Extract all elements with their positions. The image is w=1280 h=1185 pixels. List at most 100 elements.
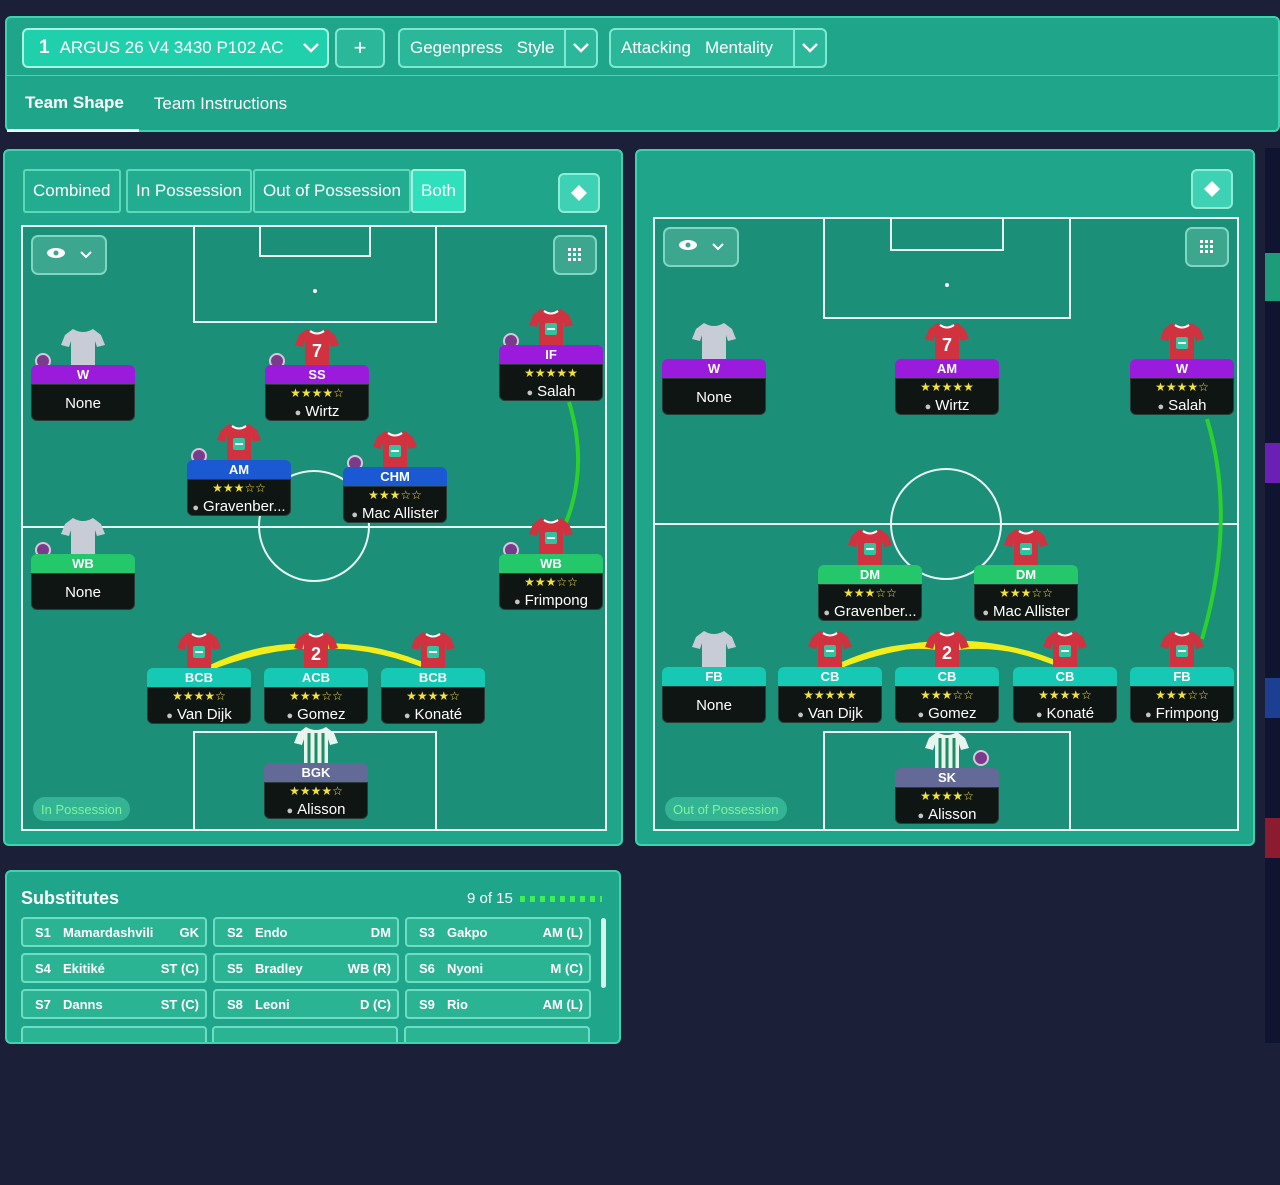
player-role: WB <box>31 554 135 573</box>
substitute-name: Gakpo <box>447 924 488 940</box>
tactic-number: 1 <box>39 37 50 58</box>
player-card[interactable]: CB ★★★★☆ ● Konaté <box>1013 667 1117 723</box>
substitute-item[interactable]: S4 Ekitiké ST (C) <box>21 953 207 983</box>
substitute-item[interactable]: S2 Endo DM <box>213 917 399 947</box>
player-card[interactable]: AM ★★★☆☆ ● Gravenber... <box>187 460 291 516</box>
player-card-body: ★★★★★ ● Van Dijk <box>778 686 882 723</box>
player-card[interactable]: DM ★★★☆☆ ● Mac Allister <box>974 565 1078 621</box>
player-card[interactable]: CB ★★★☆☆ ● Gomez <box>895 667 999 723</box>
player-role: W <box>662 359 766 378</box>
shirt-icon <box>1160 629 1204 667</box>
shirt-icon <box>925 730 969 768</box>
plus-icon: + <box>353 35 367 60</box>
substitute-position: WB (R) <box>347 960 391 976</box>
player-card[interactable]: AM ★★★★★ ● Wirtz <box>895 359 999 415</box>
tactic-selector-dropdown[interactable]: 1 ARGUS 26 V4 3430 P102 AC <box>22 28 329 68</box>
player-card[interactable]: WB ★★★☆☆ ● Frimpong <box>499 554 603 610</box>
list-item-partial[interactable] <box>404 1026 590 1042</box>
player-card[interactable]: FB ★★★☆☆ ● Frimpong <box>1130 667 1234 723</box>
substitute-position: GK <box>179 924 200 940</box>
list-item-partial[interactable] <box>21 1026 207 1042</box>
tactic-toolbar: 1 ARGUS 26 V4 3430 P102 AC + Gegenpress S… <box>7 18 1278 76</box>
toggle-combined[interactable]: Combined <box>23 169 121 213</box>
player-role: CB <box>895 667 999 686</box>
player-card[interactable]: IF ★★★★★ ● Salah <box>499 345 603 401</box>
player-card[interactable]: W ★★★★☆ ● Salah <box>1130 359 1234 415</box>
diamond-icon[interactable] <box>1191 169 1233 209</box>
player-card[interactable]: CB ★★★★★ ● Van Dijk <box>778 667 882 723</box>
toggle-out-of-possession[interactable]: Out of Possession <box>253 169 411 213</box>
player-name-text: Van Dijk <box>176 706 232 723</box>
player-role: CB <box>1013 667 1117 686</box>
player-name-text: Alisson <box>297 801 346 818</box>
substitute-name: Ekitiké <box>63 960 105 976</box>
player-card-body: ★★★☆☆ ● Gravenber... <box>818 584 922 621</box>
list-item-partial[interactable] <box>212 1026 398 1042</box>
style-dropdown[interactable]: Gegenpress Style <box>398 28 598 68</box>
player-role: BCB <box>147 668 251 687</box>
player-name-text: Alisson <box>928 806 977 823</box>
diamond-icon[interactable] <box>558 173 600 213</box>
player-card[interactable]: SK ★★★★☆ ● Alisson <box>895 768 999 824</box>
player-card-body: ★★★★★ ● Salah <box>499 364 603 401</box>
person-icon: ● <box>1144 709 1152 721</box>
toggle-both[interactable]: Both <box>411 169 466 213</box>
player-card[interactable]: FB None <box>662 667 766 723</box>
substitute-item[interactable]: S1 Mamardashvili GK <box>21 917 207 947</box>
player-card[interactable]: W None <box>662 359 766 415</box>
player-card[interactable]: SS ★★★★☆ ● Wirtz <box>265 365 369 421</box>
substitute-item[interactable]: S3 Gakpo AM (L) <box>405 917 591 947</box>
substitute-item[interactable]: S8 Leoni D (C) <box>213 989 399 1019</box>
player-rating: ★★★☆☆ <box>289 689 343 703</box>
substitute-name: Endo <box>255 924 288 940</box>
shirt-icon <box>808 629 852 667</box>
substitutes-progress <box>520 896 602 902</box>
player-rating: ★★★★☆ <box>172 689 226 703</box>
player-role: BCB <box>381 668 485 687</box>
player-card[interactable]: BGK ★★★★☆ ● Alisson <box>264 763 368 819</box>
player-name: ● Gomez <box>265 705 367 725</box>
player-name-text: Gomez <box>297 706 346 723</box>
add-tactic-button[interactable]: + <box>335 28 385 68</box>
player-name: ● Gravenber... <box>819 602 921 622</box>
player-card[interactable]: BCB ★★★★☆ ● Van Dijk <box>147 668 251 724</box>
player-card-body: ★★★☆☆ ● Frimpong <box>1130 686 1234 723</box>
substitute-item[interactable]: S9 Rio AM (L) <box>405 989 591 1019</box>
player-name: ● Salah <box>1131 396 1233 416</box>
role-badge-icon <box>973 750 989 766</box>
substitute-slot: S4 <box>35 960 51 976</box>
toggle-in-possession[interactable]: In Possession <box>126 169 252 213</box>
player-rating: ★★★★☆ <box>920 789 974 803</box>
player-card[interactable]: WB None <box>31 554 135 610</box>
tab-team-instructions[interactable]: Team Instructions <box>139 76 302 132</box>
shirt-icon <box>61 327 105 365</box>
chevron-down-icon <box>295 30 327 66</box>
substitute-position: AM (L) <box>542 996 583 1012</box>
player-card-body: None <box>662 378 766 415</box>
substitute-item[interactable]: S5 Bradley WB (R) <box>213 953 399 983</box>
player-rating: ★★★☆☆ <box>368 488 422 502</box>
substitute-item[interactable]: S7 Danns ST (C) <box>21 989 207 1019</box>
player-role: SK <box>895 768 999 787</box>
scrollbar[interactable] <box>601 918 606 988</box>
mentality-dropdown[interactable]: Attacking Mentality <box>609 28 827 68</box>
tab-team-shape[interactable]: Team Shape <box>7 76 139 132</box>
player-rating: ★★★☆☆ <box>1155 688 1209 702</box>
player-card[interactable]: W None <box>31 365 135 421</box>
shirt-icon <box>294 725 338 763</box>
player-card[interactable]: ACB ★★★☆☆ ● Gomez <box>264 668 368 724</box>
player-card[interactable]: CHM ★★★☆☆ ● Mac Allister <box>343 467 447 523</box>
substitute-item[interactable]: S6 Nyoni M (C) <box>405 953 591 983</box>
svg-text:2: 2 <box>311 644 321 664</box>
player-card[interactable]: BCB ★★★★☆ ● Konaté <box>381 668 485 724</box>
player-rating: ★★★★★ <box>524 366 578 380</box>
player-role: DM <box>974 565 1078 584</box>
player-card[interactable]: DM ★★★☆☆ ● Gravenber... <box>818 565 922 621</box>
left-shape-panel: Combined In Possession Out of Possession… <box>3 149 623 846</box>
person-icon: ● <box>823 607 831 619</box>
shirt-icon: 7 <box>295 327 339 365</box>
style-label: Style <box>516 38 555 57</box>
person-icon: ● <box>166 710 173 722</box>
svg-text:7: 7 <box>942 335 952 355</box>
player-rating: ★★★★☆ <box>406 689 460 703</box>
